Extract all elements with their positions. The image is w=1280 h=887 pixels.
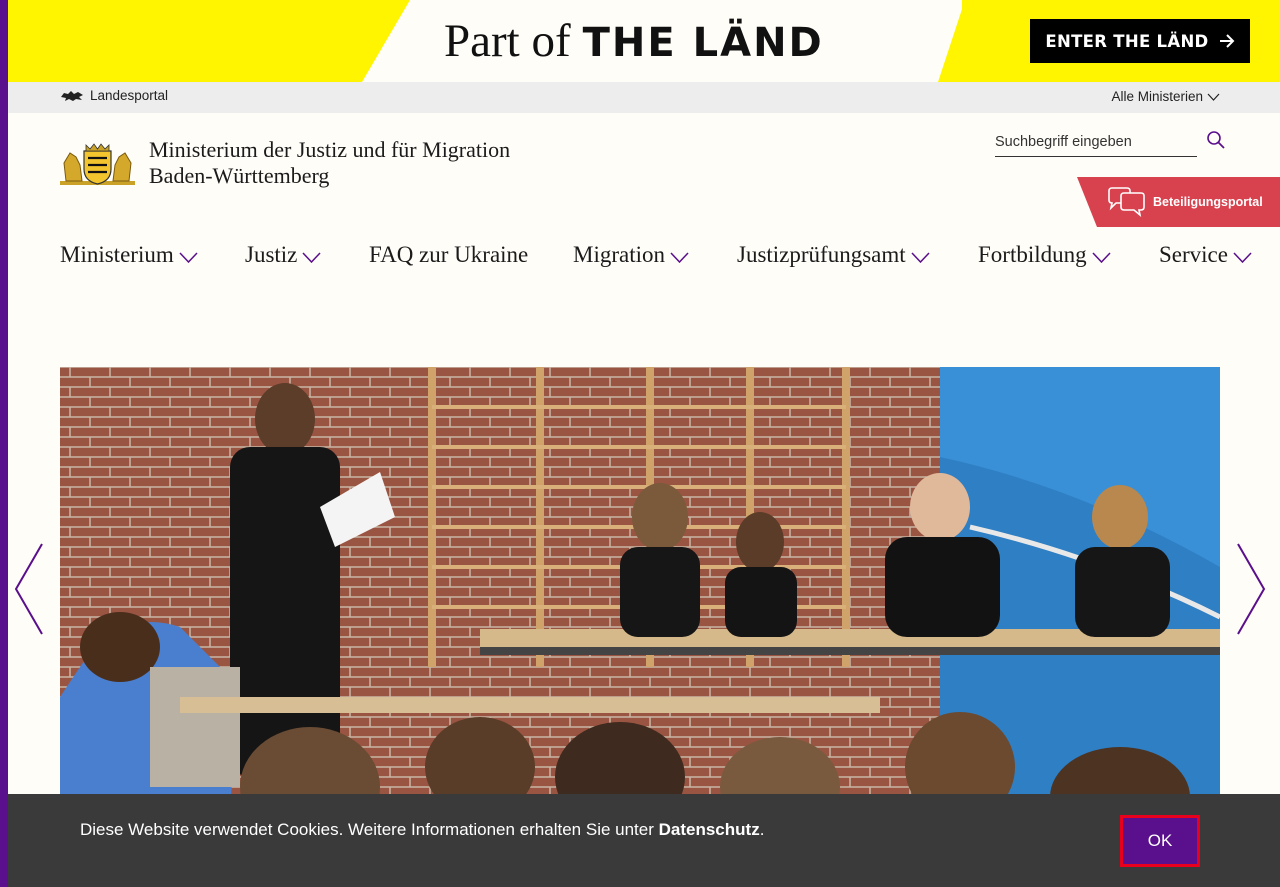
cookie-ok-button[interactable]: OK — [1120, 815, 1200, 867]
landesportal-label: Landesportal — [90, 88, 169, 103]
ministerien-label: Alle Ministerien — [1111, 89, 1203, 104]
beteiligung-label: Beteiligungsportal — [1153, 195, 1263, 209]
ok-label: OK — [1147, 831, 1173, 850]
banner-part-of: Part of — [444, 15, 571, 67]
chevron-down-icon — [1207, 93, 1220, 101]
chevron-down-icon — [1092, 251, 1111, 263]
ministry-title-line1: Ministerium der Justiz und für Migration — [149, 137, 511, 162]
nav-item-label: Fortbildung — [978, 242, 1087, 267]
left-accent-bar — [0, 0, 8, 887]
the-land-banner[interactable]: Part of THE LÄND ENTER THE LÄND — [0, 0, 1280, 82]
nav-item-faq-ukraine[interactable]: FAQ zur Ukraine — [369, 238, 528, 272]
utility-bar: Landesportal Alle Ministerien — [0, 82, 1280, 113]
chevron-down-icon — [1233, 251, 1252, 263]
nav-item-migration[interactable]: Migration — [573, 238, 689, 272]
search-icon[interactable] — [1206, 130, 1226, 150]
datenschutz-link[interactable]: Datenschutz — [659, 820, 760, 839]
nav-item-label: Ministerium — [60, 242, 174, 267]
search-field — [995, 128, 1197, 157]
nav-item-label: FAQ zur Ukraine — [369, 242, 529, 267]
coat-of-arms-logo[interactable] — [60, 143, 135, 185]
nav-item-label: Service — [1159, 242, 1228, 267]
banner-the-land: THE LÄND — [582, 20, 824, 66]
chevron-down-icon — [670, 251, 689, 263]
landesportal-link[interactable]: Landesportal — [60, 88, 168, 103]
nav-item-justiz[interactable]: Justiz — [245, 238, 321, 272]
cookie-suffix: . — [759, 820, 765, 839]
search-input[interactable] — [995, 128, 1197, 156]
banner-title: Part of THE LÄND — [444, 14, 824, 70]
cookie-banner: Diese Website verwendet Cookies. Weitere… — [0, 794, 1280, 887]
carousel-next-chevron-right-icon[interactable] — [1236, 543, 1266, 635]
arrow-right-icon — [1219, 34, 1234, 48]
nav-item-fortbildung[interactable]: Fortbildung — [978, 238, 1111, 272]
nav-item-justizpruefungsamt[interactable]: Justizprüfungsamt — [737, 238, 930, 272]
beteiligungsportal-button[interactable]: Beteiligungsportal — [1077, 177, 1280, 227]
hero-image — [60, 367, 1220, 807]
lion-icon — [61, 90, 83, 101]
nav-item-label: Migration — [573, 242, 665, 267]
enter-button-label: ENTER THE LÄND — [1045, 31, 1209, 51]
chevron-down-icon — [179, 251, 198, 263]
ministry-title-line2: Baden-Württemberg — [149, 163, 330, 188]
cookie-message: Diese Website verwendet Cookies. Weitere… — [80, 820, 659, 839]
nav-item-service[interactable]: Service — [1159, 238, 1252, 272]
main-navigation: Ministerium Justiz FAQ zur Ukraine Migra… — [60, 238, 1252, 274]
nav-item-label: Justizprüfungsamt — [737, 242, 906, 267]
chevron-down-icon — [911, 251, 930, 263]
hero-carousel-slide[interactable] — [60, 367, 1220, 807]
nav-item-label: Justiz — [245, 242, 298, 267]
chevron-down-icon — [302, 251, 321, 263]
enter-the-land-button[interactable]: ENTER THE LÄND — [1030, 19, 1250, 63]
carousel-prev-chevron-left-icon[interactable] — [14, 543, 44, 635]
ministry-title[interactable]: Ministerium der Justiz und für Migration… — [149, 137, 510, 189]
nav-item-ministerium[interactable]: Ministerium — [60, 238, 198, 272]
speech-bubbles-icon — [1108, 187, 1145, 217]
cookie-text: Diese Website verwendet Cookies. Weitere… — [80, 820, 764, 840]
alle-ministerien-dropdown[interactable]: Alle Ministerien — [1111, 89, 1220, 104]
